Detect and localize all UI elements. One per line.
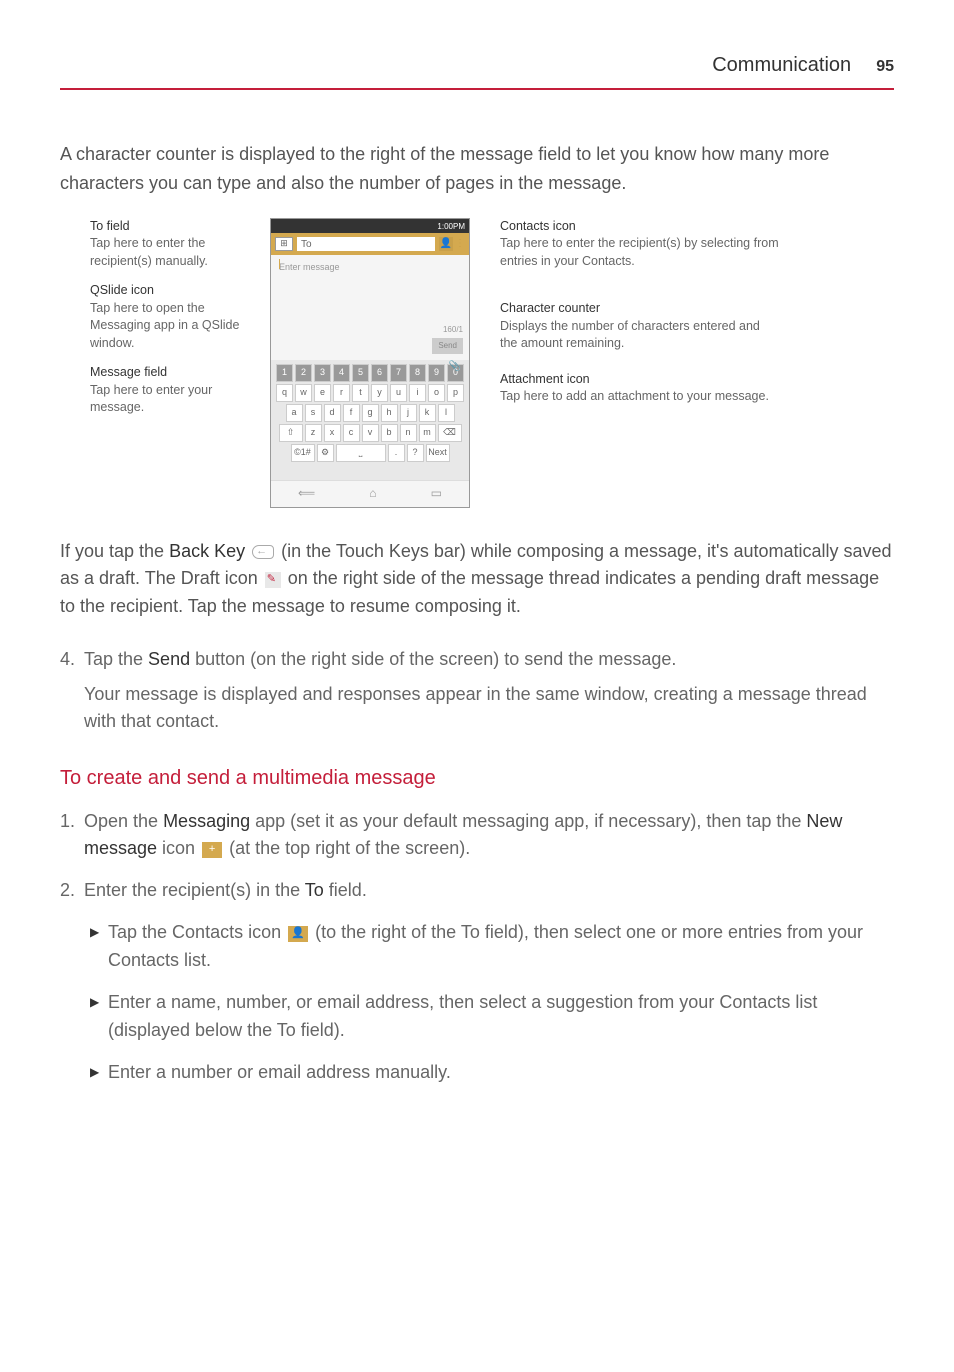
page-header: Communication 95 [60,50,894,90]
right-annotations: Contacts icon Tap here to enter the reci… [500,218,780,508]
phone-screenshot: 1:00PM ⊞ To 👤 ⋮ Enter message 160/1 Send… [270,218,470,508]
qslide-icon: ⊞ [275,237,293,251]
character-counter: 160/1 Send [432,324,463,354]
contacts-icon: 👤 [439,237,453,251]
phone-navbar: ⟸ ⌂ ▭ [271,480,469,505]
annotated-diagram: To field Tap here to enter the recipient… [90,218,894,508]
back-key-icon [252,545,274,559]
back-key-paragraph: If you tap the Back Key (in the Touch Ke… [60,538,894,622]
recent-nav-icon: ▭ [431,484,442,502]
new-message-icon: + [202,842,222,858]
qslide-label: QSlide icon Tap here to open the Messagi… [90,282,260,352]
draft-icon [265,572,281,588]
to-input: To [297,237,435,251]
to-field-label: To field Tap here to enter the recipient… [90,218,260,271]
page-number: 95 [876,58,894,75]
step-4: 4. Tap the Send button (on the right sid… [60,646,894,735]
bullet-contacts: ▶ Tap the Contacts icon 👤 (to the right … [90,919,894,975]
counter-label: Character counter Displays the number of… [500,300,780,353]
contacts-inline-icon: 👤 [288,926,308,942]
phone-keyboard: 1234567890 qwertyuiop asdfghjkl ⇧zxcvbnm… [271,360,469,480]
menu-icon: ⋮ [455,236,465,251]
bullet-suggestion: ▶ Enter a name, number, or email address… [90,989,894,1045]
attachment-icon: 📎 [449,359,461,374]
phone-statusbar: 1:00PM [271,219,469,233]
back-nav-icon: ⟸ [298,484,315,502]
home-nav-icon: ⌂ [369,484,376,502]
section-title: Communication [712,54,851,76]
multimedia-heading: To create and send a multimedia message [60,763,894,793]
intro-paragraph: A character counter is displayed to the … [60,140,894,198]
attachment-label: Attachment icon Tap here to add an attac… [500,371,780,406]
mm-step-1: 1. Open the Messaging app (set it as you… [60,808,894,862]
mm-step-2: 2. Enter the recipient(s) in the To fiel… [60,877,894,904]
left-annotations: To field Tap here to enter the recipient… [90,218,260,508]
contacts-icon-label: Contacts icon Tap here to enter the reci… [500,218,780,271]
phone-to-row: ⊞ To 👤 ⋮ [271,233,469,255]
message-field-label: Message field Tap here to enter your mes… [90,364,260,417]
send-button: Send [432,338,463,354]
phone-message-area: Enter message 160/1 Send 📎 [271,255,469,360]
bullet-manual: ▶ Enter a number or email address manual… [90,1059,894,1087]
